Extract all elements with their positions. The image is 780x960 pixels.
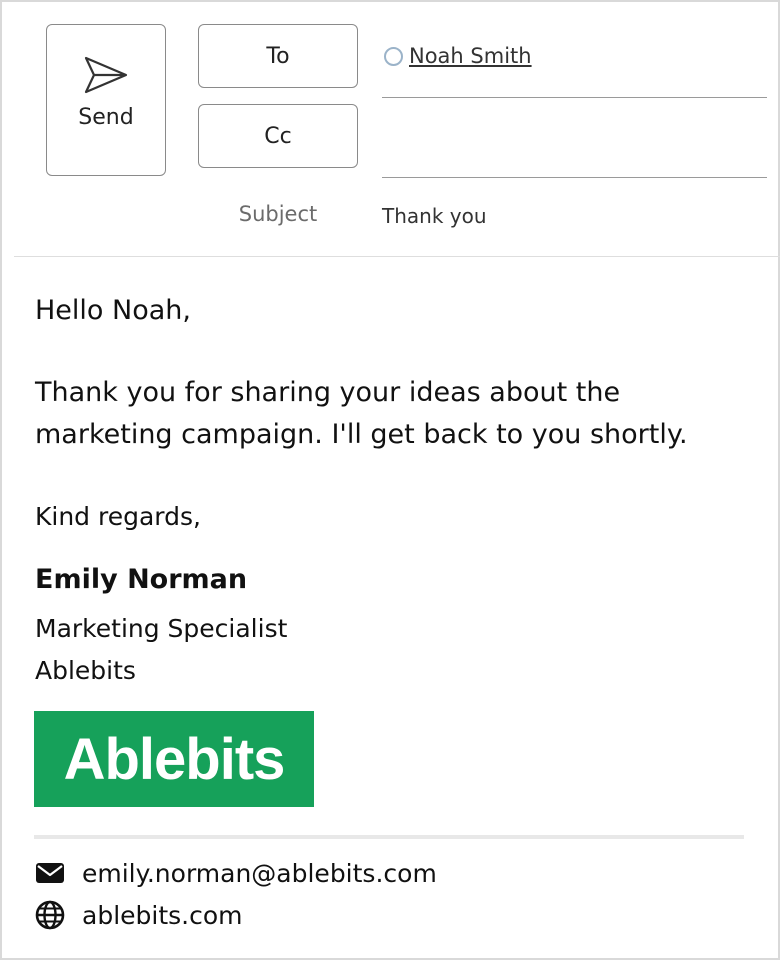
closing-text: Kind regards, <box>35 502 201 531</box>
subject-field[interactable]: Thank you <box>382 204 487 228</box>
signature-title: Marketing Specialist <box>35 614 288 643</box>
send-button[interactable]: Send <box>46 24 166 176</box>
website-contact-row: ablebits.com <box>35 900 243 930</box>
to-field[interactable] <box>382 97 767 98</box>
signature-email[interactable]: emily.norman@ablebits.com <box>82 859 437 888</box>
greeting-text: Hello Noah, <box>35 295 191 326</box>
message-paragraph: Thank you for sharing your ideas about t… <box>35 377 688 450</box>
cc-field[interactable] <box>382 177 767 178</box>
email-compose-window: Send To Cc Subject Noah Smith Thank you … <box>0 0 780 960</box>
signature-company: Ablebits <box>35 656 136 685</box>
recipient-name[interactable]: Noah Smith <box>409 44 532 68</box>
globe-icon <box>35 900 65 930</box>
send-button-label: Send <box>78 105 134 130</box>
to-button[interactable]: To <box>198 24 358 88</box>
signature-website[interactable]: ablebits.com <box>82 901 243 930</box>
cc-button[interactable]: Cc <box>198 104 358 168</box>
signature-name: Emily Norman <box>35 564 248 595</box>
subject-label: Subject <box>238 202 318 226</box>
email-contact-row: emily.norman@ablebits.com <box>35 858 437 888</box>
presence-status-icon <box>384 46 403 66</box>
header-divider <box>14 256 780 257</box>
envelope-icon <box>36 863 64 883</box>
send-icon <box>84 56 128 94</box>
company-logo: Ablebits <box>34 711 314 807</box>
recipient-chip[interactable]: Noah Smith <box>384 44 532 68</box>
signature-divider <box>34 835 744 839</box>
logo-text: Ablebits <box>63 726 286 792</box>
